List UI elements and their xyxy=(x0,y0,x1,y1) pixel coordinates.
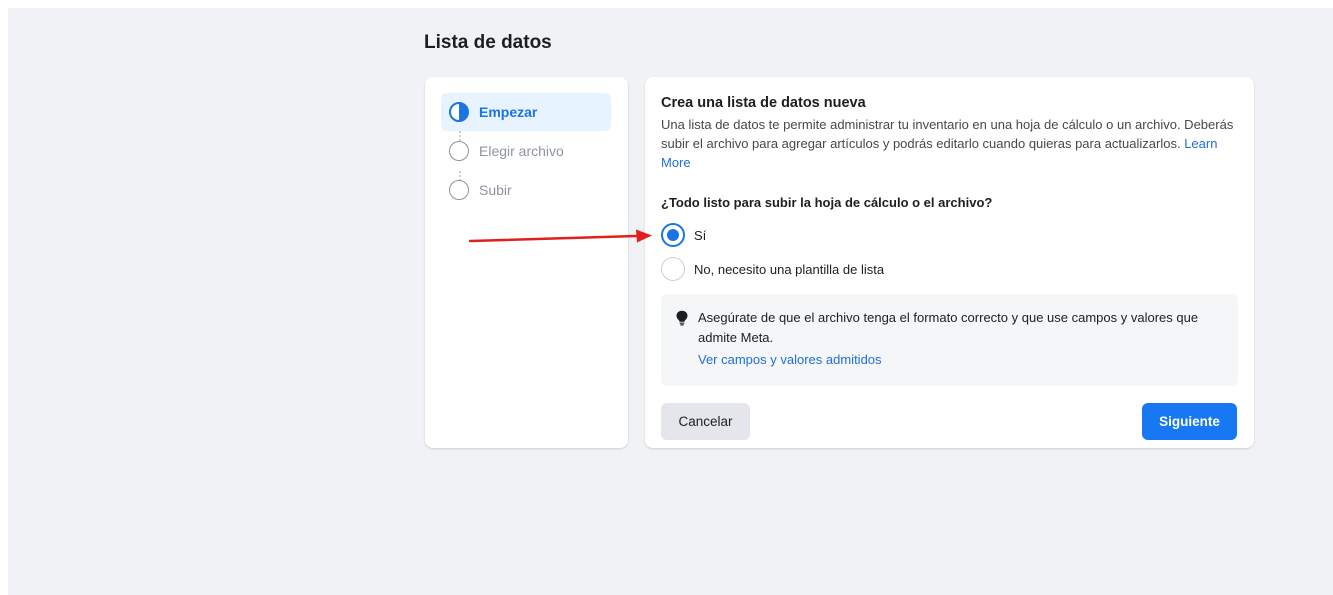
step-label: Subir xyxy=(479,182,512,198)
tip-text: Asegúrate de que el archivo tenga el for… xyxy=(698,310,1199,345)
page-title: Lista de datos xyxy=(424,32,552,53)
option-no-label: No, necesito una plantilla de lista xyxy=(694,261,885,277)
stepper-card: Empezar Elegir archivo Subir xyxy=(425,77,628,448)
option-yes-label: Sí xyxy=(694,227,707,243)
step-choose-file[interactable]: Elegir archivo xyxy=(441,132,611,170)
step-label: Empezar xyxy=(479,104,538,120)
half-filled-circle-icon xyxy=(449,102,469,122)
option-yes[interactable]: Sí xyxy=(661,223,706,247)
empty-circle-icon xyxy=(449,141,469,161)
card-title: Crea una lista de datos nueva xyxy=(661,95,866,111)
next-button[interactable]: Siguiente xyxy=(1142,403,1237,440)
radio-no[interactable] xyxy=(661,257,685,281)
radio-yes[interactable] xyxy=(661,223,685,247)
create-list-card: Crea una lista de datos nueva Una lista … xyxy=(645,77,1254,448)
empty-circle-icon xyxy=(449,180,469,200)
card-description: Una lista de datos te permite administra… xyxy=(661,115,1241,172)
option-no[interactable]: No, necesito una plantilla de lista xyxy=(661,257,884,281)
cancel-button[interactable]: Cancelar xyxy=(661,403,750,440)
supported-fields-link[interactable]: Ver campos y valores admitidos xyxy=(698,352,882,367)
ready-question: ¿Todo listo para subir la hoja de cálcul… xyxy=(661,195,993,210)
step-label: Elegir archivo xyxy=(479,143,564,159)
tip-box: Asegúrate de que el archivo tenga el for… xyxy=(661,294,1238,386)
step-start[interactable]: Empezar xyxy=(441,93,611,131)
lightbulb-icon xyxy=(676,310,688,326)
description-text: Una lista de datos te permite administra… xyxy=(661,117,1234,151)
red-arrow-icon xyxy=(468,229,652,243)
step-upload[interactable]: Subir xyxy=(441,171,611,209)
